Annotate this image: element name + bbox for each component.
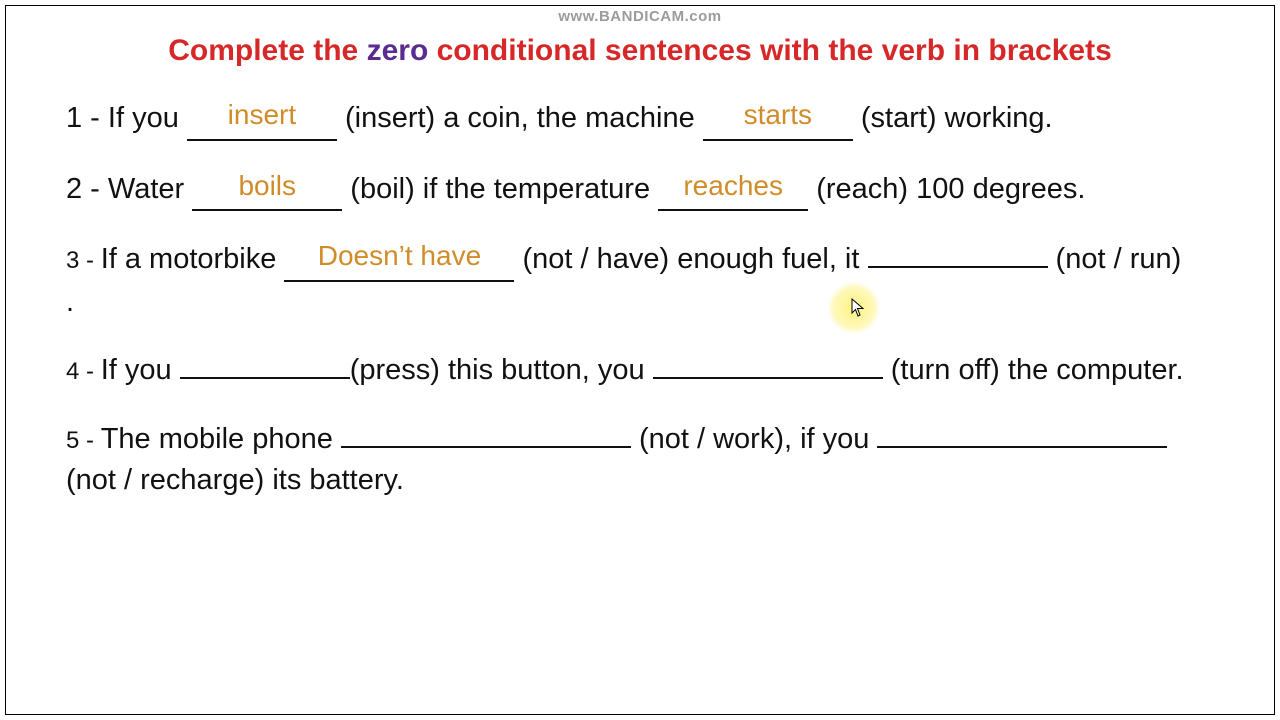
- title-before: Complete the: [168, 34, 366, 67]
- item-1-ans1: insert: [228, 99, 296, 130]
- item-4-number: 4 -: [66, 358, 101, 385]
- exercise-body: 1 - If you insert (insert) a coin, the m…: [6, 68, 1274, 500]
- item-4-t1: If you: [101, 354, 180, 386]
- item-4: 4 - If you (press) this button, you (tur…: [66, 350, 1214, 391]
- exercise-title: Complete the zero conditional sentences …: [6, 34, 1274, 68]
- item-5-t3: (not / recharge) its battery.: [66, 464, 404, 496]
- item-3-blank2: [868, 266, 1048, 268]
- item-4-t2: (press) this button, you: [350, 354, 653, 386]
- item-3-t1: If a motorbike: [101, 243, 285, 275]
- item-1-t1: If you: [108, 102, 187, 134]
- item-2-t1: Water: [108, 173, 192, 205]
- item-5-number: 5 -: [66, 427, 101, 454]
- item-4-blank1: [180, 377, 350, 379]
- item-3-ans1: Doesn’t have: [318, 240, 481, 271]
- item-1-t2: (insert) a coin, the machine: [337, 102, 703, 134]
- document-frame: www.BANDICAM.com Complete the zero condi…: [5, 5, 1275, 715]
- title-after: conditional sentences with the verb in b…: [428, 34, 1112, 67]
- item-1-blank1: insert: [187, 98, 337, 141]
- title-highlight: zero: [367, 34, 429, 67]
- item-5-blank2: [877, 446, 1167, 448]
- item-4-t3: (turn off) the computer.: [883, 354, 1184, 386]
- item-3-number: 3 -: [66, 247, 101, 274]
- item-1-blank2: starts: [703, 98, 853, 141]
- item-2-blank1: boils: [192, 169, 342, 212]
- watermark: www.BANDICAM.com: [558, 8, 721, 25]
- item-3-blank1: Doesn’t have: [284, 239, 514, 282]
- item-3-t3: (not / run): [1048, 243, 1182, 275]
- item-2-blank2: reaches: [658, 169, 808, 212]
- item-2-ans1: boils: [238, 170, 296, 201]
- item-1: 1 - If you insert (insert) a coin, the m…: [66, 98, 1214, 141]
- item-1-number: 1 -: [66, 102, 108, 134]
- item-2-t3: (reach) 100 degrees.: [808, 173, 1085, 205]
- item-5-blank1: [341, 446, 631, 448]
- item-5-t2: (not / work), if you: [631, 423, 878, 455]
- item-1-t3: (start) working.: [853, 102, 1053, 134]
- item-5-t1: The mobile phone: [101, 423, 341, 455]
- item-3-t2: (not / have) enough fuel, it: [514, 243, 867, 275]
- item-1-ans2: starts: [744, 99, 812, 130]
- item-5: 5 - The mobile phone (not / work), if yo…: [66, 419, 1214, 500]
- item-2-t2: (boil) if the temperature: [342, 173, 658, 205]
- item-2-number: 2 -: [66, 173, 108, 205]
- item-3-t4: .: [66, 286, 74, 318]
- item-4-blank2: [653, 377, 883, 379]
- item-2-ans2: reaches: [683, 170, 783, 201]
- item-3: 3 - If a motorbike Doesn’t have (not / h…: [66, 239, 1214, 322]
- item-2: 2 - Water boils (boil) if the temperatur…: [66, 169, 1214, 212]
